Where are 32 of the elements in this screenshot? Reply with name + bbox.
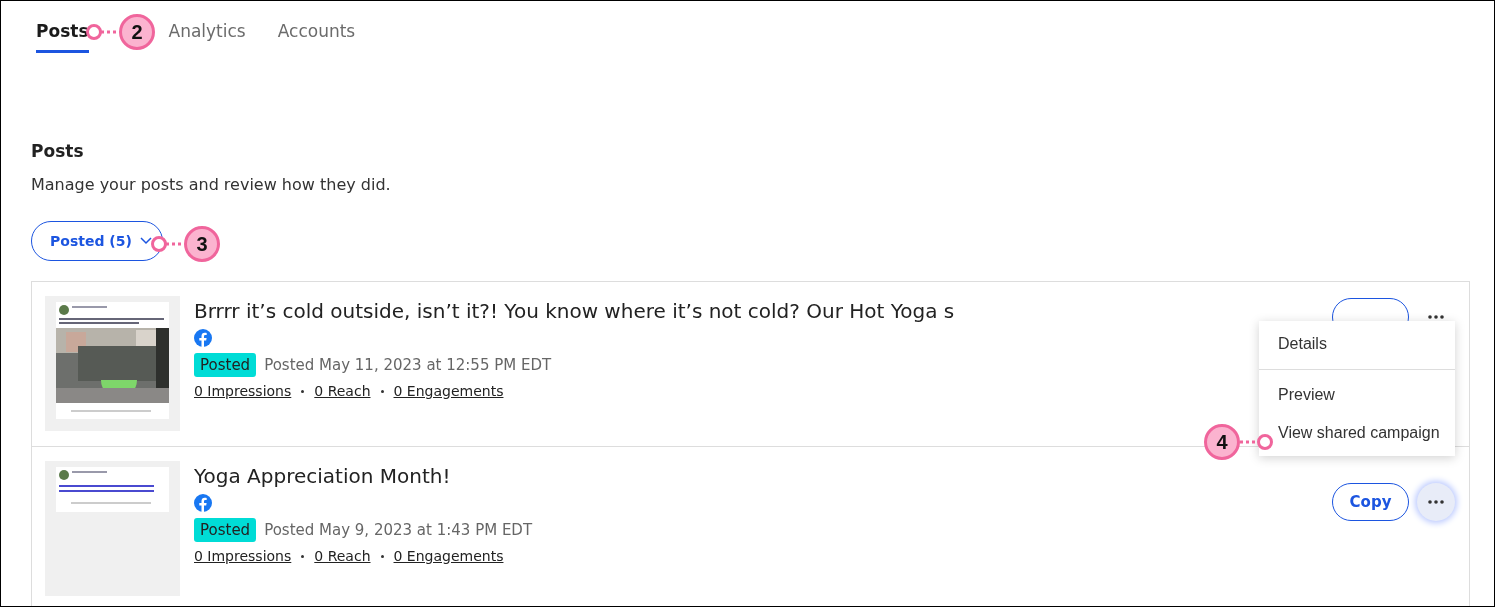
callout-number: 2 [119, 14, 155, 50]
copy-button[interactable]: Copy [1332, 483, 1409, 521]
menu-item[interactable]: Details [1278, 325, 1327, 363]
metric-link[interactable]: 0 Engagements [393, 383, 504, 399]
metric-link[interactable]: 0 Impressions [194, 383, 292, 399]
post-title: Brrrr it’s cold outside, isn’t it?! You know where it’s not cold? Our Hot Yoga s [194, 299, 956, 323]
more-button[interactable] [1417, 483, 1455, 521]
callout-number: 4 [1204, 424, 1240, 460]
metric-link[interactable]: 0 Reach [314, 383, 371, 399]
metric-link[interactable]: 0 Engagements [393, 548, 504, 564]
callout-number: 3 [184, 226, 220, 262]
filter-dropdown[interactable]: Posted (5) [31, 221, 163, 261]
menu-item[interactable]: View shared campaign [1278, 414, 1440, 452]
tab[interactable]: Accounts [277, 19, 356, 53]
facebook-icon [194, 329, 212, 347]
section-description: Manage your posts and review how they did. [31, 175, 392, 194]
tab[interactable]: Analytics [168, 19, 246, 53]
status-badge: Posted [194, 518, 257, 542]
metric-link[interactable]: 0 Impressions [194, 548, 292, 564]
pointer-marker-icon [85, 23, 119, 41]
status-badge: Posted [194, 353, 257, 377]
chevron-down-icon [139, 237, 152, 245]
facebook-icon [194, 494, 212, 512]
menu-item[interactable]: Preview [1278, 376, 1335, 414]
post-date: Posted May 11, 2023 at 12:55 PM EDT [264, 356, 552, 374]
section-title: Posts [31, 141, 85, 161]
more-icon [1428, 315, 1444, 319]
post-date: Posted May 9, 2023 at 1:43 PM EDT [264, 521, 533, 539]
metric-link[interactable]: 0 Reach [314, 548, 371, 564]
post-title: Yoga Appreciation Month! [194, 464, 452, 488]
more-icon [1428, 500, 1444, 504]
pointer-marker-icon [150, 235, 184, 253]
